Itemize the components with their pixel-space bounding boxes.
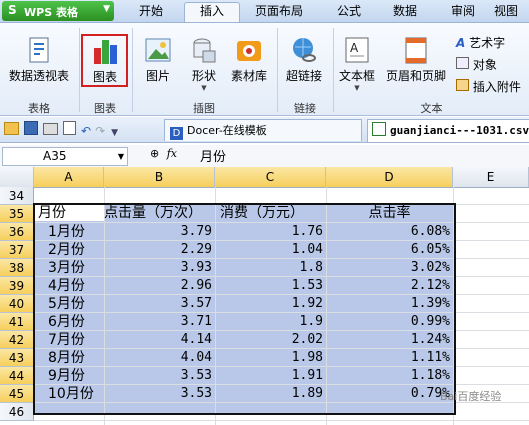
chevron-down-icon: ▼ — [201, 84, 207, 92]
chart-button[interactable]: 图表 — [84, 36, 126, 85]
object-icon — [456, 57, 469, 69]
textbox-button[interactable]: A 文本框 ▼ — [337, 35, 377, 92]
print-icon[interactable] — [43, 123, 58, 135]
customize-toolbar-icon[interactable]: ▼ — [111, 128, 118, 138]
tab-review[interactable]: 审阅 — [440, 3, 486, 22]
save-icon[interactable] — [24, 121, 38, 135]
shapes-label: 形状 — [191, 69, 216, 83]
row-header[interactable]: 38 — [0, 259, 34, 277]
picture-icon — [143, 35, 173, 65]
watermark: Bai百度经验 — [438, 370, 528, 413]
row-header[interactable]: 43 — [0, 349, 34, 367]
object-button[interactable]: 对象 — [456, 56, 497, 73]
group-label-link: 链接 — [294, 102, 316, 115]
hyperlink-label: 超链接 — [285, 69, 322, 83]
row-header[interactable]: 45 — [0, 385, 34, 403]
print-preview-icon[interactable] — [63, 121, 76, 135]
column-header-c[interactable]: C — [215, 167, 326, 187]
group-label-text: 文本 — [420, 102, 443, 115]
textbox-label: 文本框 — [338, 69, 375, 83]
material-library-label: 素材库 — [230, 69, 267, 83]
docer-icon: D — [170, 127, 183, 140]
svg-text:A: A — [350, 41, 359, 55]
object-label: 对象 — [472, 58, 497, 72]
picture-button[interactable]: 图片 — [139, 35, 177, 84]
svg-text:Bai百度经验: Bai百度经验 — [440, 389, 501, 403]
name-box[interactable]: A35 ▼ — [2, 147, 128, 166]
row-header[interactable]: 39 — [0, 277, 34, 295]
chevron-down-icon: ▼ — [354, 84, 360, 92]
doc-tab-docer[interactable]: D Docer-在线模板 — [164, 119, 362, 141]
group-label-chart: 图表 — [94, 102, 116, 115]
row-header[interactable]: 46 — [0, 403, 34, 421]
zoom-formula-icon[interactable]: ⊕ — [150, 147, 159, 160]
doc-tab-csv[interactable]: guanjianci---1031.csv — [367, 119, 529, 142]
redo-icon[interactable]: ↷ — [95, 124, 105, 138]
material-library-icon — [234, 35, 264, 65]
pivot-table-label: 数据透视表 — [8, 69, 69, 83]
doc-tab-label: Docer-在线模板 — [187, 124, 267, 137]
pivot-table-icon — [24, 35, 54, 65]
pivot-table-button[interactable]: 数据透视表 — [4, 35, 74, 84]
open-folder-icon[interactable] — [4, 122, 19, 135]
attachment-icon — [456, 79, 469, 91]
tab-formula[interactable]: 公式 — [326, 3, 372, 22]
formula-input[interactable]: 月份 — [200, 146, 226, 165]
shapes-button[interactable]: 形状 ▼ — [184, 35, 224, 92]
tab-start[interactable]: 开始 — [128, 3, 174, 22]
material-library-button[interactable]: 素材库 — [228, 35, 270, 84]
insert-attachment-button[interactable]: 插入附件 — [456, 78, 521, 95]
chart-label: 图表 — [92, 70, 117, 84]
tab-page-layout[interactable]: 页面布局 — [246, 3, 312, 22]
grid-line-horizontal — [34, 420, 529, 421]
row-header[interactable]: 35 — [0, 205, 34, 223]
chevron-down-icon: ▼ — [103, 4, 110, 14]
picture-label: 图片 — [145, 69, 170, 83]
wps-logo-icon: S — [8, 3, 17, 17]
row-header[interactable]: 34 — [0, 187, 34, 205]
tab-data[interactable]: 数据 — [382, 3, 428, 22]
chart-icon — [90, 36, 120, 66]
selection-border — [33, 203, 456, 415]
quick-access-toolbar: ↶ ↷ ▼ — [4, 121, 154, 139]
column-header-a[interactable]: A — [34, 167, 104, 187]
spreadsheet-file-icon — [372, 122, 386, 136]
wordart-label: 艺术字 — [469, 36, 506, 50]
row-header[interactable]: 37 — [0, 241, 34, 259]
header-footer-label: 页眉和页脚 — [385, 69, 446, 83]
chevron-down-icon[interactable]: ▼ — [118, 148, 124, 165]
insert-attachment-label: 插入附件 — [472, 80, 521, 94]
group-label-table: 表格 — [28, 102, 50, 115]
wordart-button[interactable]: A 艺术字 — [456, 34, 505, 51]
row-header[interactable]: 41 — [0, 313, 34, 331]
globe-link-icon — [289, 35, 319, 65]
app-menu-button[interactable]: S WPS 表格 ▼ — [2, 1, 114, 21]
app-title: WPS 表格 — [24, 6, 78, 19]
undo-icon[interactable]: ↶ — [81, 124, 91, 138]
column-header-b[interactable]: B — [104, 167, 215, 187]
group-label-illustration: 插图 — [193, 102, 215, 115]
tab-insert[interactable]: 插入 — [184, 2, 240, 22]
doc-tab-label: guanjianci---1031.csv — [390, 124, 529, 137]
wordart-icon: A — [456, 36, 466, 50]
tab-view[interactable]: 视图 — [494, 3, 529, 22]
row-header[interactable]: 40 — [0, 295, 34, 313]
formula-icons: ⊕ fx — [150, 147, 177, 160]
hyperlink-button[interactable]: 超链接 — [282, 35, 326, 84]
textbox-icon: A — [342, 35, 372, 65]
header-footer-button[interactable]: 页眉和页脚 — [383, 35, 449, 84]
select-all-corner[interactable] — [0, 167, 34, 187]
column-header-d[interactable]: D — [326, 167, 453, 187]
row-header[interactable]: 42 — [0, 331, 34, 349]
header-footer-icon — [401, 35, 431, 65]
name-box-value: A35 — [43, 149, 67, 163]
row-header[interactable]: 44 — [0, 367, 34, 385]
shapes-icon — [189, 35, 219, 65]
column-header-e[interactable]: E — [453, 167, 529, 187]
row-header[interactable]: 36 — [0, 223, 34, 241]
fx-icon[interactable]: fx — [167, 147, 177, 160]
